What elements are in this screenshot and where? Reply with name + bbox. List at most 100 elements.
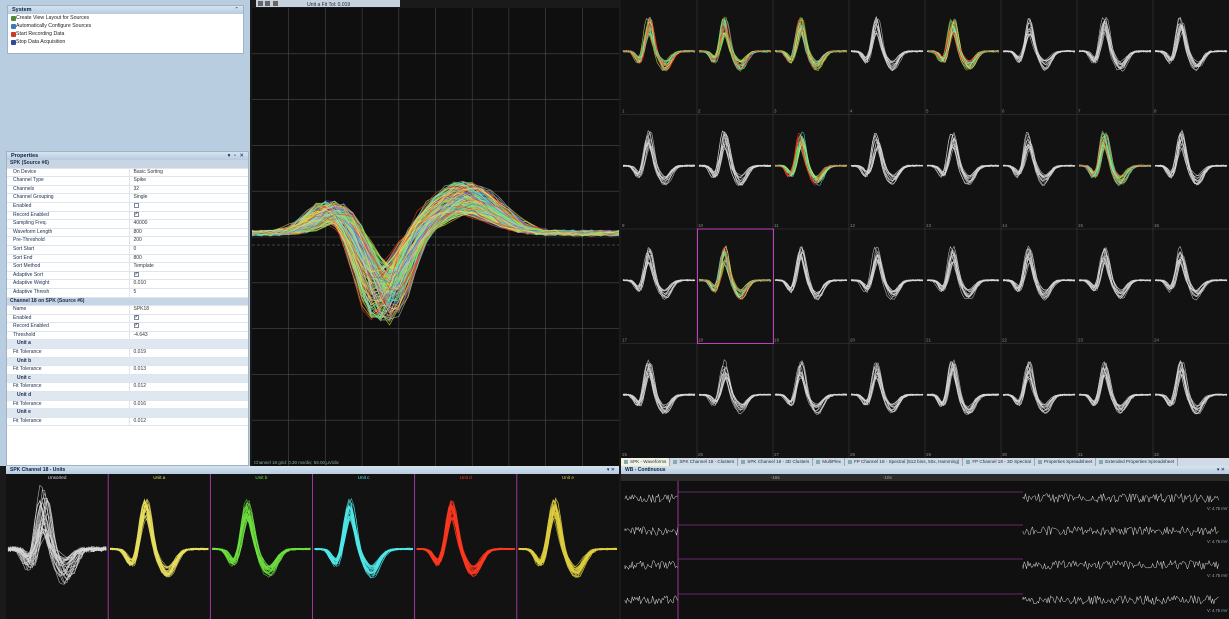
property-value[interactable]: 5 — [128, 288, 248, 298]
channel-grid[interactable]: 1 2 3 4 5 6 7 89 10 11 12 13 14 15 1617 18 19 20 21 22 23 242… — [621, 0, 1229, 458]
channel-cell[interactable]: 21 — [926, 245, 1000, 343]
channel-cell[interactable]: 31 — [1078, 361, 1152, 457]
property-row[interactable]: Fit Tolerance 0.013 — [7, 365, 248, 375]
channel-cell[interactable]: 27 — [774, 359, 848, 457]
channel-cell[interactable]: 22 — [1002, 245, 1076, 343]
channel-cell[interactable]: 26 — [698, 359, 772, 457]
property-value[interactable]: 800 — [128, 228, 248, 238]
property-value[interactable]: 800 — [128, 254, 248, 264]
unit-column[interactable]: Unit d — [414, 474, 515, 619]
channel-cell[interactable]: 10 — [698, 130, 772, 228]
property-row[interactable]: Record Enabled — [7, 322, 248, 332]
property-row[interactable]: Fit Tolerance 0.012 — [7, 382, 248, 393]
property-value[interactable]: 0.013 — [128, 365, 248, 375]
panel-controls[interactable]: ▾ ✕ — [1217, 466, 1225, 474]
channel-cell[interactable]: 16 — [1154, 129, 1228, 228]
property-row[interactable]: Pre-Threshold 200 — [7, 236, 248, 246]
property-value[interactable]: 0.012 — [128, 417, 248, 427]
unit-column[interactable]: Unsorted — [7, 475, 107, 585]
continuous-plot[interactable]: -16s -10s V: 4.75 mV V: 4.75 mV V: 4.75 mV V:… — [621, 474, 1229, 619]
channel-cell[interactable]: 18 — [698, 245, 772, 343]
property-row[interactable]: Enabled — [7, 202, 248, 212]
property-value[interactable]: 0 — [128, 245, 248, 255]
channel-cell[interactable]: 1 — [622, 16, 696, 114]
property-row[interactable]: Fit Tolerance 0.019 — [7, 348, 248, 358]
property-row[interactable]: Name SPK18 — [7, 305, 248, 315]
unit-column[interactable]: Unit b — [209, 474, 311, 619]
property-checkbox[interactable] — [133, 203, 139, 209]
property-row[interactable]: Sort Method Template — [7, 262, 248, 272]
property-unit-group[interactable]: Unit b — [7, 357, 248, 367]
channel-cell[interactable]: 25 — [622, 359, 696, 457]
view-tab[interactable]: SPK Channel 18 - 3D Clusters — [738, 458, 814, 466]
view-tab[interactable]: MultiPlex — [813, 458, 845, 466]
channel-cell[interactable]: 17 — [622, 246, 696, 343]
channel-cell[interactable]: 23 — [1078, 246, 1152, 343]
property-value[interactable]: 0.019 — [128, 348, 248, 358]
view-tab[interactable]: FP Channel 18 - 3D Spectral — [963, 458, 1035, 466]
property-row[interactable]: Adaptive Weight 0.010 — [7, 279, 248, 289]
property-unit-group[interactable]: Unit d — [7, 391, 248, 401]
waveform-plot[interactable]: Channel 18 grid: 0.30 ms/div; 59.00 µV/d… — [252, 8, 619, 466]
property-value[interactable]: 40000 — [128, 219, 248, 229]
toolbar-icon[interactable] — [265, 1, 271, 6]
property-row[interactable]: Sampling Freq. 40000 — [7, 219, 248, 229]
channel-cell[interactable]: 30 — [1002, 361, 1076, 457]
property-value[interactable]: -4.643 — [128, 331, 248, 341]
channel-cell[interactable]: 2 — [698, 16, 772, 114]
property-row[interactable]: Sort Start 0 — [7, 245, 248, 255]
channel-cell[interactable]: 5 — [926, 18, 1000, 114]
channel-cell[interactable]: 28 — [850, 362, 924, 457]
units-plot[interactable]: Unsorted Unit a Unit b Unit c Unit d Unit e — [6, 474, 619, 619]
property-checkbox[interactable] — [133, 323, 139, 330]
toolbar-icon[interactable] — [272, 1, 278, 6]
panel-controls[interactable]: ▾ ✕ — [607, 466, 615, 474]
property-unit-group[interactable]: Unit a — [7, 339, 248, 350]
property-category[interactable]: SPK (Source #6) — [7, 160, 248, 169]
channel-cell[interactable]: 3 — [774, 16, 848, 114]
unit-column[interactable]: Unit e — [516, 474, 618, 619]
view-tab[interactable]: Properties Spreadsheet — [1035, 458, 1097, 466]
property-row[interactable]: Adaptive Thresh 5 — [7, 288, 248, 298]
property-value[interactable]: Basic Sorting — [128, 168, 248, 178]
property-value[interactable]: 0.010 — [128, 279, 248, 289]
channel-cell[interactable]: 19 — [774, 246, 848, 343]
property-value[interactable]: Single — [128, 193, 248, 203]
toolbar-icon[interactable] — [258, 1, 263, 6]
property-unit-group[interactable]: Unit c — [7, 374, 248, 384]
unit-column[interactable]: Unit c — [312, 474, 413, 619]
property-checkbox[interactable] — [133, 211, 139, 218]
system-action-2[interactable]: Start Recording Data — [8, 30, 243, 38]
channel-cell[interactable]: 8 — [1154, 16, 1228, 114]
property-value[interactable]: 0.016 — [128, 400, 248, 410]
channel-cell[interactable]: 24 — [1154, 245, 1228, 343]
property-checkbox[interactable] — [133, 271, 139, 278]
property-row[interactable]: Sort End 800 — [7, 254, 248, 264]
property-category[interactable]: Channel 18 on SPK (Source #6) — [7, 297, 248, 307]
property-row[interactable]: Fit Tolerance 0.012 — [7, 417, 248, 427]
property-row[interactable]: On Device Basic Sorting — [7, 168, 248, 178]
channel-cell[interactable]: 13 — [926, 131, 1000, 228]
property-row[interactable]: Fit Tolerance 0.016 — [7, 400, 248, 410]
channel-cell[interactable]: 7 — [1078, 16, 1152, 114]
property-row[interactable]: Channels 32 — [7, 185, 248, 195]
channel-cell[interactable]: 14 — [1002, 132, 1076, 228]
system-action-0[interactable]: Create View Layout for Sources — [8, 14, 243, 22]
property-row[interactable]: Threshold -4.643 — [7, 331, 248, 341]
panel-controls[interactable]: ▾ ▫ ✕ — [228, 152, 245, 160]
channel-cell[interactable]: 20 — [850, 246, 924, 343]
unit-column[interactable]: Unit a — [107, 474, 209, 619]
channel-cell[interactable]: 32 — [1154, 360, 1228, 457]
system-action-3[interactable]: Stop Data Acquisition — [8, 38, 243, 46]
channel-cell[interactable]: 11 — [774, 131, 848, 228]
channel-cell[interactable]: 12 — [850, 132, 924, 228]
property-value[interactable]: 200 — [128, 236, 248, 246]
channel-cell[interactable]: 6 — [1002, 18, 1076, 114]
property-unit-group[interactable]: Unit e — [7, 408, 248, 418]
property-value[interactable]: Template — [128, 262, 248, 272]
property-value[interactable]: Spike — [128, 176, 248, 186]
property-row[interactable]: Enabled — [7, 314, 248, 324]
channel-cell[interactable]: 15 — [1078, 130, 1152, 228]
property-row[interactable]: Channel Type Spike — [7, 176, 248, 186]
view-tab[interactable]: FP Channel 18 - Spectral (512 bins, 50x,… — [845, 458, 964, 466]
